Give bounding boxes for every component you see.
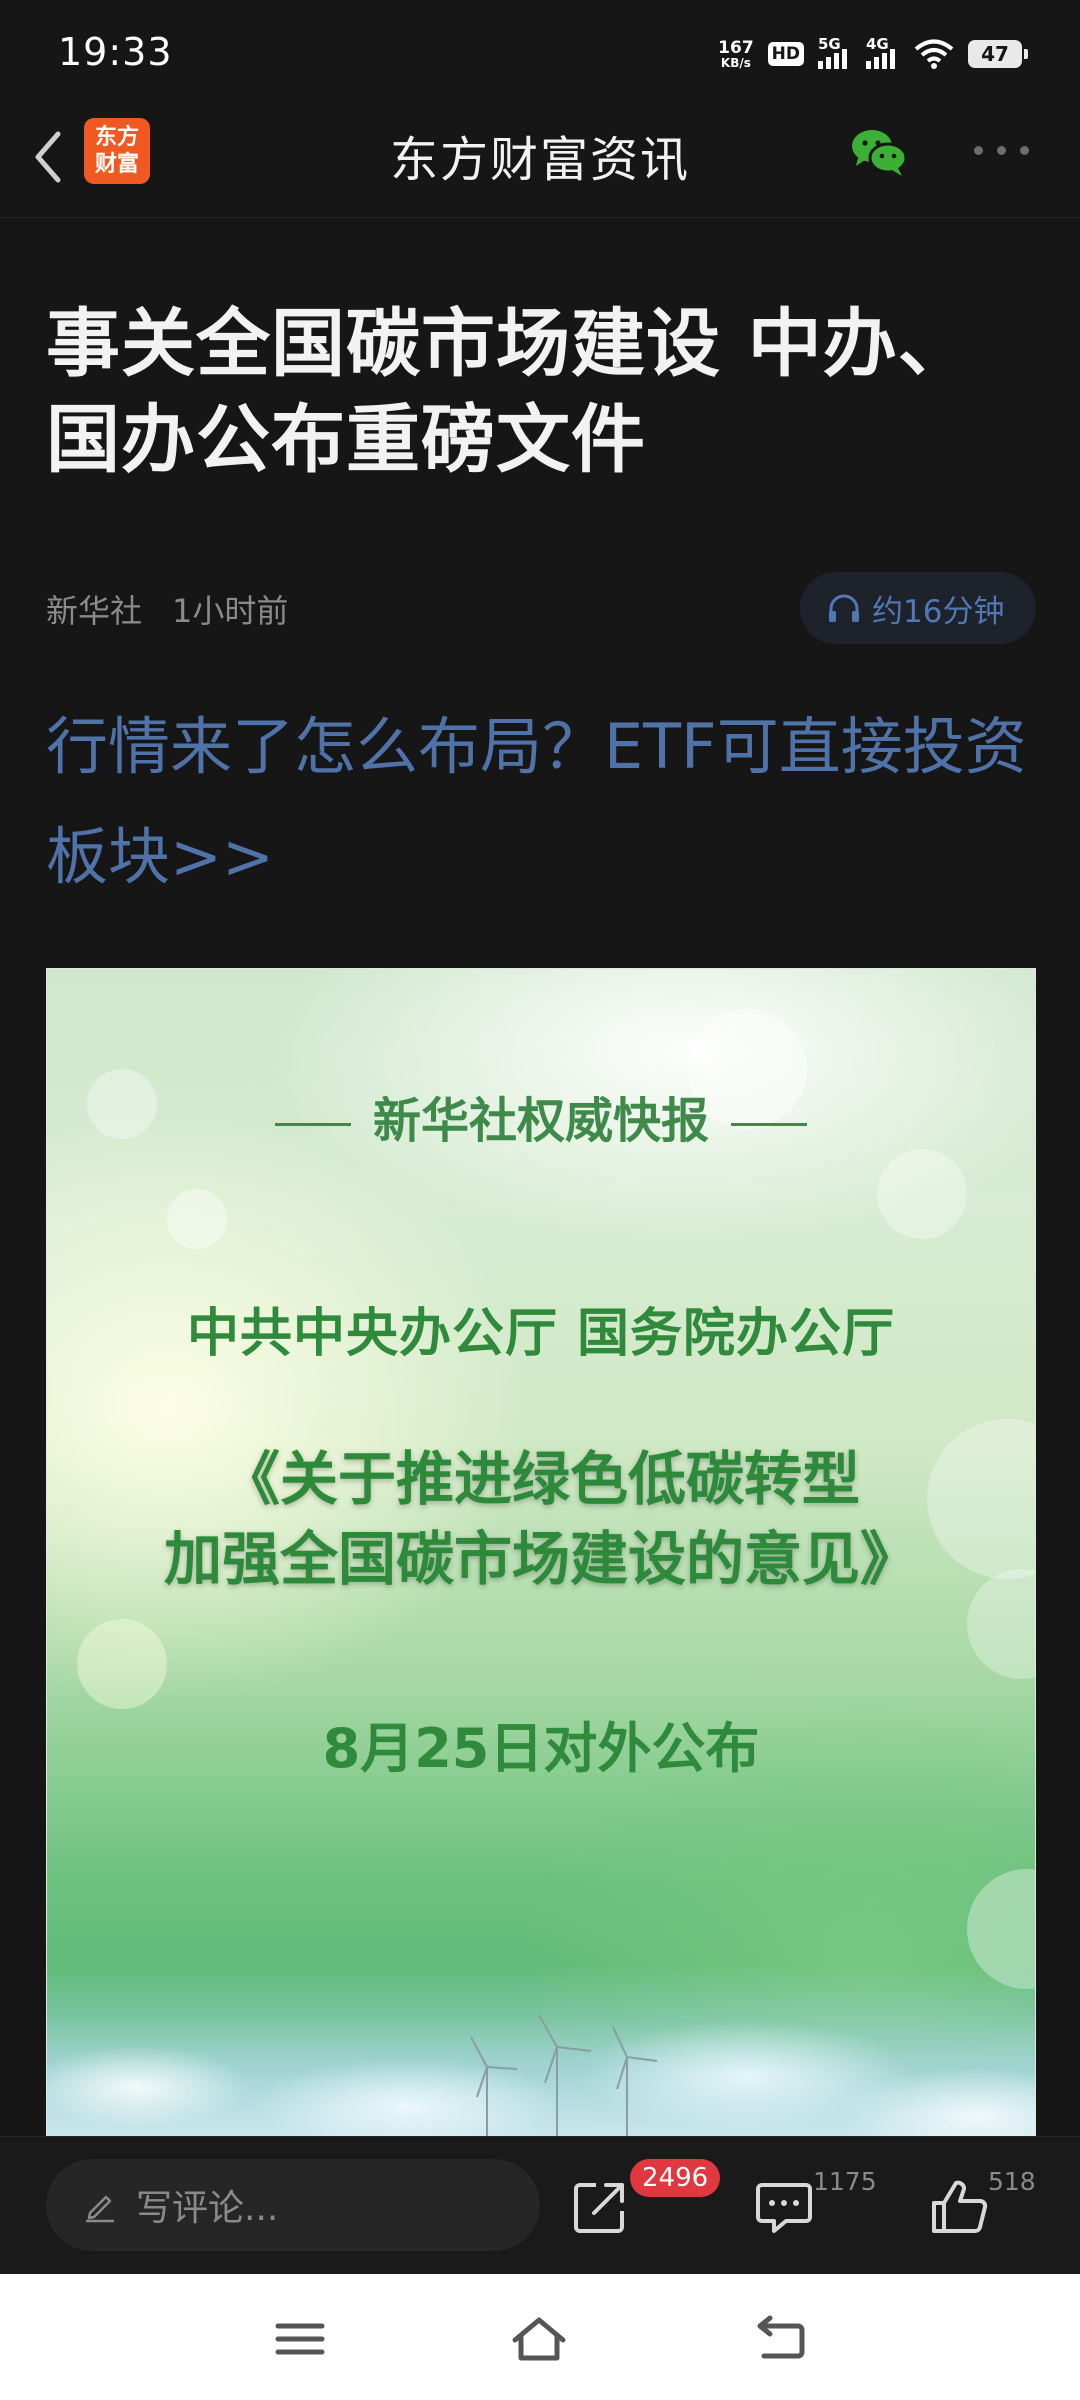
share-count-badge: 2496 (630, 2159, 721, 2197)
article-hero-image[interactable]: 新华社权威快报 中共中央办公厅 国务院办公厅 《关于推进绿色低碳转型 加强全国碳… (46, 968, 1036, 2138)
article-title: 事关全国碳市场建设 中办、国办公布重磅文件 (46, 301, 973, 483)
battery-icon: 47 (968, 40, 1028, 68)
signal-5g-icon: 5G (818, 35, 852, 69)
comments-button[interactable] (754, 2177, 814, 2237)
network-speed-value: 167 (718, 37, 754, 58)
comment-input[interactable]: 写评论... (46, 2159, 540, 2251)
like-button[interactable] (930, 2177, 990, 2237)
comments-count: 1175 (813, 2167, 877, 2196)
wifi-icon (914, 39, 954, 69)
signal-4g-label: 4G (866, 35, 889, 53)
menu-icon[interactable] (272, 2314, 328, 2364)
status-bar: 19:33 167 KB/s HD 5G 4G 47 (0, 0, 1080, 100)
share-button[interactable] (570, 2177, 630, 2237)
hero-document-line1: 《关于推进绿色低碳转型 (221, 1445, 860, 1513)
status-icons: 167 KB/s HD 5G 4G 47 (718, 34, 1028, 74)
kicker-dash-right (731, 1122, 807, 1126)
wechat-share-button[interactable] (850, 126, 908, 178)
more-dot-icon (997, 146, 1006, 155)
pencil-icon (86, 2195, 114, 2223)
hd-voice-icon: HD (767, 42, 804, 66)
signal-5g-label: 5G (818, 35, 841, 53)
article-source: 新华社 (46, 592, 143, 630)
app-header: 东方 财富 东方财富资讯 (0, 100, 1080, 218)
wind-turbines-illustration (470, 2014, 658, 2137)
hero-document-line2: 加强全国碳市场建设的意见》 (163, 1525, 918, 1593)
home-icon[interactable] (511, 2314, 567, 2364)
more-dot-icon (974, 146, 983, 155)
kicker-dash-left (274, 1122, 351, 1126)
comment-bar: 写评论... 2496 1175 518 (0, 2136, 1080, 2274)
article-meta: 新华社 1小时前 (46, 586, 288, 632)
headphones-icon (829, 594, 859, 622)
signal-4g-icon: 4G (866, 35, 900, 69)
etf-promo-link[interactable]: 行情来了怎么布局？ETF可直接投资板块>> (46, 692, 1046, 912)
hero-issuers: 中共中央办公厅 国务院办公厅 (186, 1304, 896, 1364)
article-time: 1小时前 (172, 592, 289, 630)
page-title: 东方财富资讯 (389, 132, 690, 188)
hero-kicker: 新华社权威快报 (47, 1081, 1035, 1151)
hero-release-date: 8月25日对外公布 (322, 1717, 760, 1780)
likes-count: 518 (988, 2167, 1036, 2196)
comment-placeholder: 写评论... (136, 2188, 279, 2229)
network-speed: 167 KB/s (718, 37, 754, 70)
network-speed-unit: KB/s (720, 55, 751, 70)
listen-button[interactable]: 约16分钟 (800, 572, 1036, 644)
status-time: 19:33 (58, 30, 173, 74)
more-dot-icon (1020, 146, 1029, 155)
more-options-button[interactable] (974, 146, 1030, 160)
system-nav-bar (0, 2274, 1080, 2400)
nav-back-icon[interactable] (752, 2314, 808, 2364)
hero-kicker-text: 新华社权威快报 (372, 1093, 709, 1149)
hero-document-title: 《关于推进绿色低碳转型 加强全国碳市场建设的意见》 (47, 1439, 1035, 1599)
listen-duration: 约16分钟 (872, 593, 1005, 630)
